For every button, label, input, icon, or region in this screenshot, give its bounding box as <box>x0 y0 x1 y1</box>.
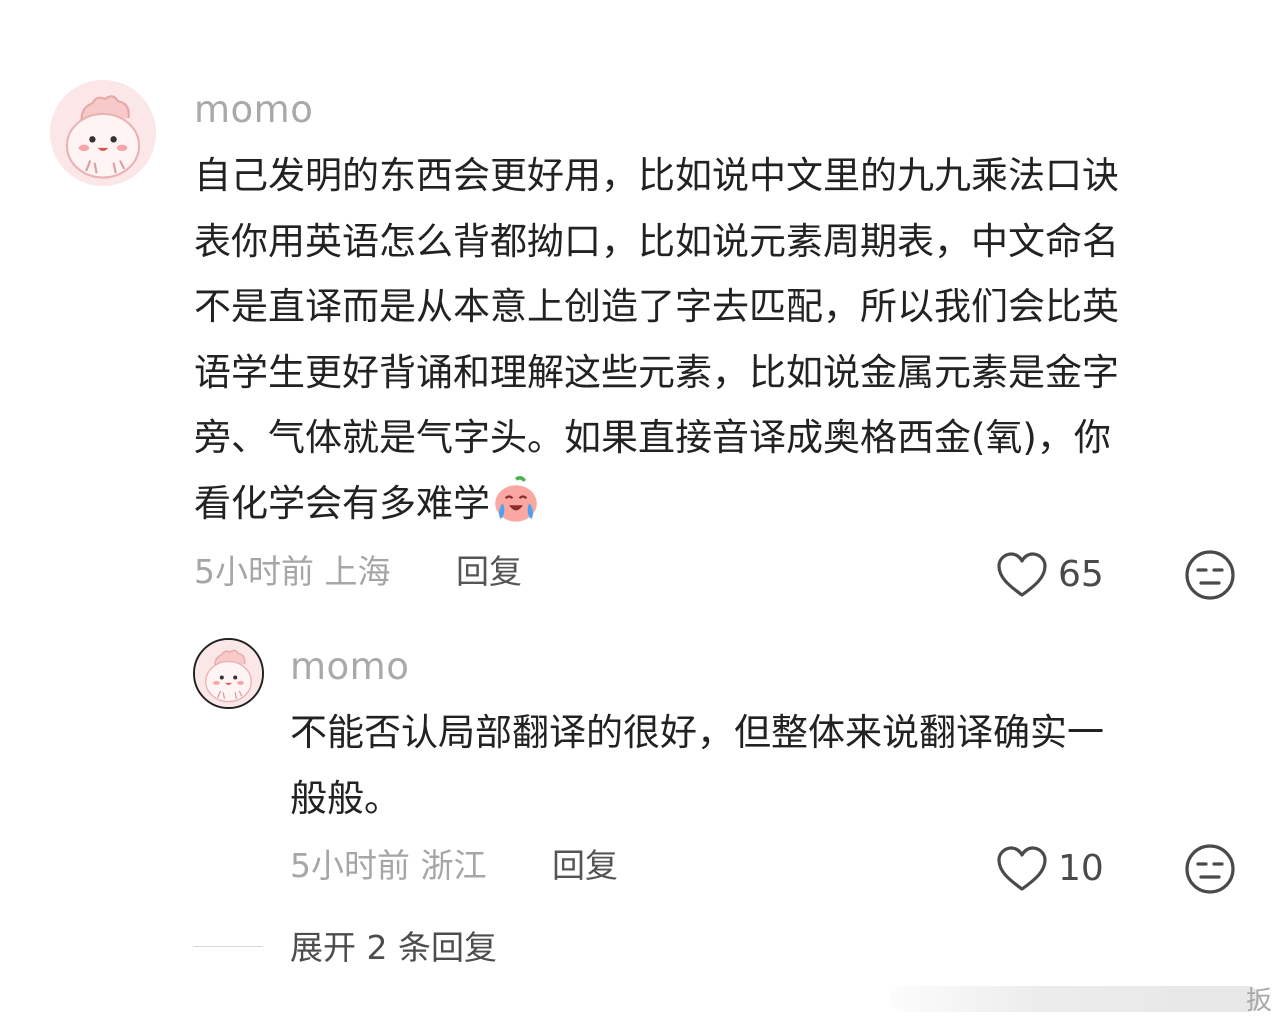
cartoon-avatar-icon <box>195 640 262 707</box>
comment-line: 旁、气体就是气字头。如果直接音译成奥格西金(氧)，你 <box>194 416 1111 459</box>
avatar[interactable] <box>50 80 156 186</box>
expand-replies-button[interactable]: 展开 2 条回复 <box>290 931 497 964</box>
comment-line: 表你用英语怎么背都拗口，比如说元素周期表，中文命名 <box>194 219 1119 263</box>
heart-outline-icon <box>997 552 1047 597</box>
reply-button[interactable]: 回复 <box>456 555 522 588</box>
reply-text: 不能否认局部翻译的很好，但整体来说翻译确实一 般般。 <box>290 700 1250 831</box>
expand-divider <box>193 946 263 947</box>
reply-meta: 5小时前 浙江 <box>290 846 487 885</box>
reply-line: 般般。 <box>290 776 401 820</box>
reply-dislike-button[interactable] <box>1184 843 1236 899</box>
meh-face-icon <box>1185 844 1235 894</box>
reply-reply-button[interactable]: 回复 <box>552 849 618 882</box>
watermark: 扳 <box>889 980 1272 1017</box>
comment-line: 自己发明的东西会更好用，比如说中文里的九九乘法口诀 <box>194 154 1119 197</box>
comment-line: 看化学会有多难学 <box>194 481 490 525</box>
reply-like-button[interactable]: 10 <box>996 845 1104 893</box>
crying-laughing-peach-emoji-icon <box>495 475 537 522</box>
comment-username[interactable]: momo <box>194 91 313 128</box>
comment-line-last: 看化学会有多难学 <box>194 471 1254 537</box>
watermark-text: 扳 <box>1245 986 1272 1016</box>
comment-text: 自己发明的东西会更好用，比如说中文里的九九乘法口诀 表你用英语怎么背都拗口，比如… <box>194 143 1254 536</box>
like-count: 65 <box>1058 554 1104 595</box>
heart-outline-icon <box>997 846 1047 891</box>
cartoon-avatar-icon <box>50 80 156 186</box>
reply-line: 不能否认局部翻译的很好，但整体来说翻译确实一 <box>290 711 1104 754</box>
watermark-bar <box>889 985 1260 1012</box>
meh-face-icon <box>1185 550 1235 600</box>
reply-username[interactable]: momo <box>290 648 409 685</box>
reply-like-count: 10 <box>1058 848 1104 889</box>
comment-line: 不是直译而是从本意上创造了字去匹配，所以我们会比英 <box>194 285 1119 328</box>
comment-line: 语学生更好背诵和理解这些元素，比如说金属元素是金字 <box>194 350 1119 394</box>
like-button[interactable]: 65 <box>996 551 1104 599</box>
comment-meta: 5小时前 上海 <box>194 552 391 591</box>
reply-avatar[interactable] <box>193 638 264 709</box>
dislike-button[interactable] <box>1184 549 1236 605</box>
